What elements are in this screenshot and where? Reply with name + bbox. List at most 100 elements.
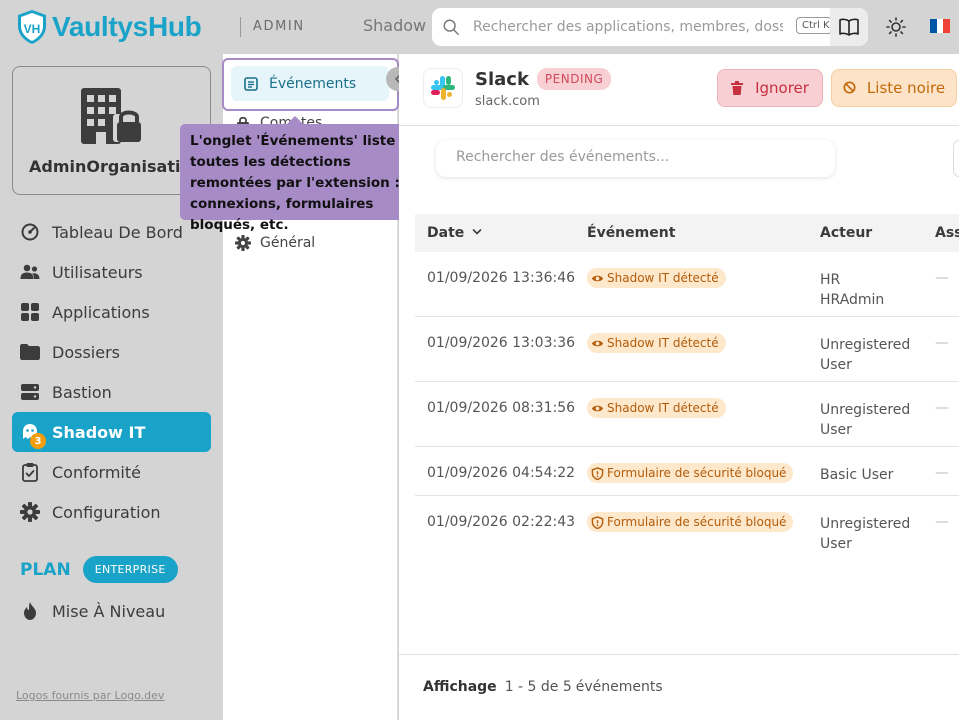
- event-assoc: —: [935, 465, 949, 481]
- search-icon: [443, 19, 459, 35]
- event-date: 01/09/2026 08:31:56: [427, 400, 576, 416]
- column-actor-header: Acteur: [820, 225, 873, 241]
- grid-icon: [20, 302, 40, 322]
- breadcrumb[interactable]: Shadow: [363, 16, 426, 35]
- flag-fr-icon[interactable]: [930, 19, 951, 33]
- event-type: Shadow IT détecté: [587, 268, 726, 289]
- sidebar-item-label: Configuration: [52, 502, 161, 522]
- events-search-input[interactable]: [456, 149, 816, 165]
- sidebar-item-label: Bastion: [52, 382, 112, 402]
- ignore-button[interactable]: Ignorer: [717, 69, 823, 107]
- event-date: 01/09/2026 13:03:36: [427, 335, 576, 351]
- sidebar-item-users[interactable]: Utilisateurs: [12, 252, 211, 292]
- eye-icon: [591, 272, 604, 285]
- app-name: Slack: [475, 68, 529, 90]
- book-icon: [839, 18, 859, 36]
- sidebar-item-upgrade[interactable]: Mise À Niveau: [12, 591, 211, 631]
- folder-icon: [20, 342, 40, 362]
- chevron-down-icon: [472, 229, 482, 235]
- shadow-it-count-badge: 3: [30, 433, 46, 449]
- event-label: Shadow IT détecté: [607, 271, 719, 285]
- blacklist-button[interactable]: Liste noire: [831, 69, 957, 107]
- event-label: Formulaire de sécurité bloqué: [607, 466, 787, 480]
- actor-detail: User: [820, 422, 852, 438]
- sidebar-item-label: Tableau De Bord: [52, 222, 183, 242]
- gear-icon: [235, 235, 251, 251]
- server-icon: [20, 382, 40, 402]
- column-event-header: Événement: [587, 225, 676, 241]
- sidebar-item-applications[interactable]: Applications: [12, 292, 211, 332]
- users-icon: [20, 262, 40, 282]
- gauge-icon: [20, 222, 40, 242]
- event-type: Formulaire de sécurité bloqué: [587, 463, 794, 484]
- logo-credit-link[interactable]: Logos fournis par Logo.dev: [16, 689, 164, 702]
- plan-row: PLAN ENTERPRISE: [20, 556, 178, 583]
- actor-name: Basic User: [820, 467, 894, 483]
- sidebar-item-shadow-it[interactable]: 3 Shadow IT: [12, 412, 211, 452]
- table-row[interactable]: 01/09/2026 13:36:46 Shadow IT détecté HR…: [415, 252, 959, 317]
- clipboard-check-icon: [20, 462, 40, 482]
- sidebar-item-label: Mise À Niveau: [52, 601, 166, 621]
- app-domain: slack.com: [475, 94, 540, 109]
- event-date: 01/09/2026 04:54:22: [427, 465, 576, 481]
- tab-general-label: Général: [260, 235, 316, 251]
- sidebar-item-compliance[interactable]: Conformité: [12, 452, 211, 492]
- ban-icon: [843, 81, 857, 95]
- event-label: Shadow IT détecté: [607, 401, 719, 415]
- eye-icon: [591, 402, 604, 415]
- actor-name: Unregistered: [820, 402, 911, 418]
- sidebar-item-folders[interactable]: Dossiers: [12, 332, 211, 372]
- events-table: Date Événement Acteur Ass 01/09/2026 13:…: [415, 214, 959, 561]
- event-actor: Unregistered User: [820, 514, 910, 554]
- gear-icon: [20, 502, 40, 522]
- table-row[interactable]: 01/09/2026 04:54:22 Formulaire de sécuri…: [415, 447, 959, 496]
- actor-name: Unregistered: [820, 337, 911, 353]
- table-row[interactable]: 01/09/2026 02:22:43 Formulaire de sécuri…: [415, 496, 959, 561]
- actor-detail: User: [820, 536, 852, 552]
- actor-name: Unregistered: [820, 516, 911, 532]
- event-label: Shadow IT détecté: [607, 336, 719, 350]
- status-badge: PENDING: [536, 68, 612, 90]
- pager-range: 1 - 5 de 5: [504, 679, 572, 695]
- sidebar-item-bastion[interactable]: Bastion: [12, 372, 211, 412]
- column-assoc-header: Ass: [935, 225, 959, 241]
- global-search-input[interactable]: [473, 19, 783, 35]
- organization-name: AdminOrganisation: [29, 157, 203, 176]
- table-row[interactable]: 01/09/2026 08:31:56 Shadow IT détecté Un…: [415, 382, 959, 447]
- global-search[interactable]: Ctrl K: [432, 8, 868, 46]
- events-search[interactable]: [436, 140, 835, 177]
- header-divider: [399, 125, 959, 126]
- event-actor: HR HRAdmin: [820, 270, 884, 310]
- brand-name: VaultysHub: [52, 11, 202, 42]
- event-badge: Shadow IT détecté: [587, 268, 726, 288]
- event-badge: Shadow IT détecté: [587, 398, 726, 418]
- event-actor: Unregistered User: [820, 335, 910, 375]
- shield-alert-icon: [591, 466, 604, 480]
- brand-logo[interactable]: VH VaultysHub: [16, 9, 202, 45]
- table-row[interactable]: 01/09/2026 13:03:36 Shadow IT détecté Un…: [415, 317, 959, 382]
- event-date: 01/09/2026 02:22:43: [427, 514, 576, 530]
- sidebar-nav: Tableau De Bord Utilisateurs Application…: [12, 212, 211, 532]
- actor-detail: User: [820, 357, 852, 373]
- event-date: 01/09/2026 13:36:46: [427, 270, 576, 286]
- upgrade-section: Mise À Niveau: [12, 591, 211, 631]
- theme-toggle-button[interactable]: [884, 15, 908, 39]
- event-badge: Formulaire de sécurité bloqué: [587, 512, 794, 532]
- flag-stripe: [930, 19, 937, 33]
- column-date-header[interactable]: Date: [427, 225, 482, 241]
- filter-button-edge[interactable]: [953, 140, 959, 177]
- sidebar-item-configuration[interactable]: Configuration: [12, 492, 211, 532]
- event-actor: Unregistered User: [820, 400, 910, 440]
- tab-general[interactable]: Général: [235, 235, 315, 251]
- sidebar-item-label: Conformité: [52, 462, 141, 482]
- flame-icon: [20, 601, 40, 621]
- slack-logo-icon: [423, 68, 463, 108]
- docs-button[interactable]: [830, 8, 868, 46]
- pagination-summary: Affichage 1 - 5 de 5 événements: [423, 679, 663, 695]
- pager-label: Affichage: [423, 679, 497, 695]
- event-badge: Formulaire de sécurité bloqué: [587, 463, 794, 483]
- sidebar-item-label: Shadow IT: [52, 422, 146, 442]
- main-panel: Slack PENDING slack.com Ignorer Liste no…: [399, 54, 959, 720]
- event-type: Shadow IT détecté: [587, 398, 726, 419]
- sidebar-item-label: Applications: [52, 302, 150, 322]
